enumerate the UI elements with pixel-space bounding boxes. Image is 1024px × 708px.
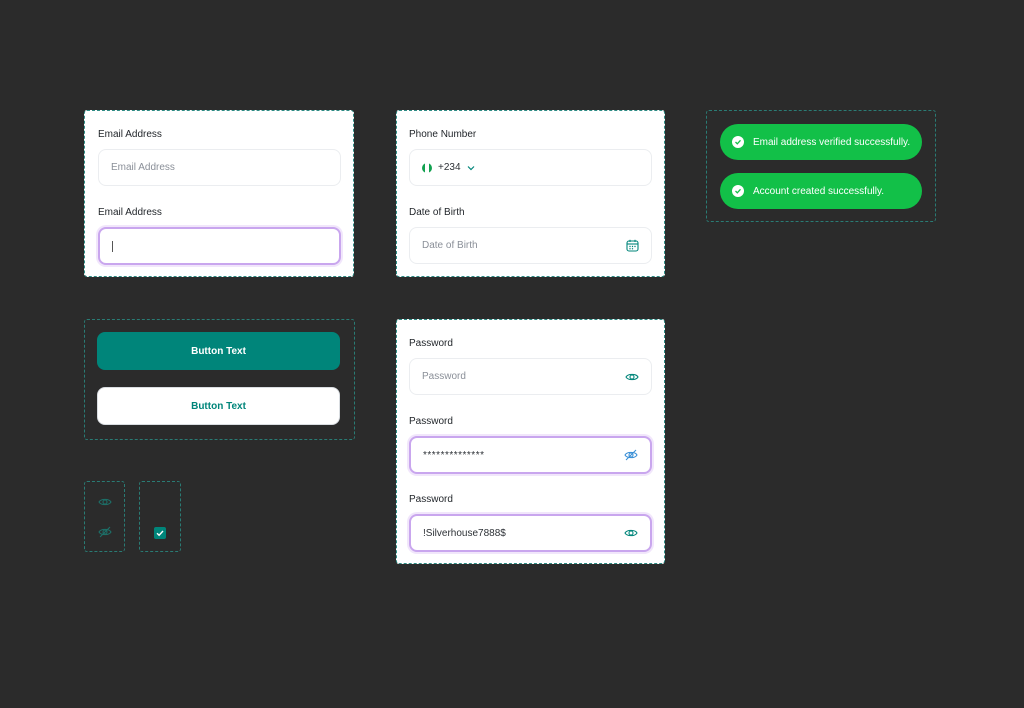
eye-off-icon [98,526,112,538]
eye-icons-frame [84,481,125,552]
email-input-empty[interactable]: Email Address [98,149,341,186]
password-input-masked[interactable]: ************** [409,436,652,474]
toasts-frame: Email address verified successfully. Acc… [706,110,936,222]
email-label-1: Email Address [98,129,162,140]
password-placeholder: Password [422,371,466,382]
dob-label: Date of Birth [409,207,465,218]
country-code: +234 [438,162,461,173]
calendar-icon[interactable] [625,239,639,253]
dob-input[interactable]: Date of Birth [409,227,652,264]
toast-text-verified: Email address verified successfully. [753,136,911,148]
email-label-2: Email Address [98,207,162,218]
email-placeholder: Email Address [111,162,175,173]
phone-label: Phone Number [409,129,477,140]
phone-dob-card: Phone Number +234 Date of Birth Date of … [396,110,665,277]
eye-off-icon[interactable] [624,448,638,462]
password-input-revealed[interactable]: !Silverhouse7888$ [409,514,652,552]
toast-text-created: Account created successfully. [753,185,884,197]
phone-input[interactable]: +234 [409,149,652,186]
toast-account-created: Account created successfully. [720,173,922,209]
dob-placeholder: Date of Birth [422,240,478,251]
primary-button[interactable]: Button Text [97,332,340,370]
password-masked-value: ************** [423,449,485,461]
password-label-3: Password [409,494,453,505]
country-code-selector[interactable]: +234 [422,162,475,173]
secondary-button[interactable]: Button Text [97,387,340,425]
email-input-focused[interactable] [98,227,341,265]
password-card: Password Password Password *************… [396,319,665,564]
chevron-down-icon [467,165,474,170]
text-cursor [112,240,113,252]
password-revealed-value: !Silverhouse7888$ [423,527,506,539]
check-circle-icon [732,136,744,148]
check-circle-icon [732,185,744,197]
eye-icon [98,498,112,506]
buttons-frame: Button Text Button Text [84,319,355,440]
eye-icon[interactable] [624,526,638,540]
checkbox-checked-icon[interactable] [154,527,166,539]
password-label-1: Password [409,338,453,349]
eye-icon[interactable] [625,370,639,384]
nigeria-flag-icon [422,162,432,173]
email-card: Email Address Email Address Email Addres… [84,110,354,277]
checkbox-frame [139,481,181,552]
toast-email-verified: Email address verified successfully. [720,124,922,160]
password-label-2: Password [409,416,453,427]
password-input-empty[interactable]: Password [409,358,652,395]
